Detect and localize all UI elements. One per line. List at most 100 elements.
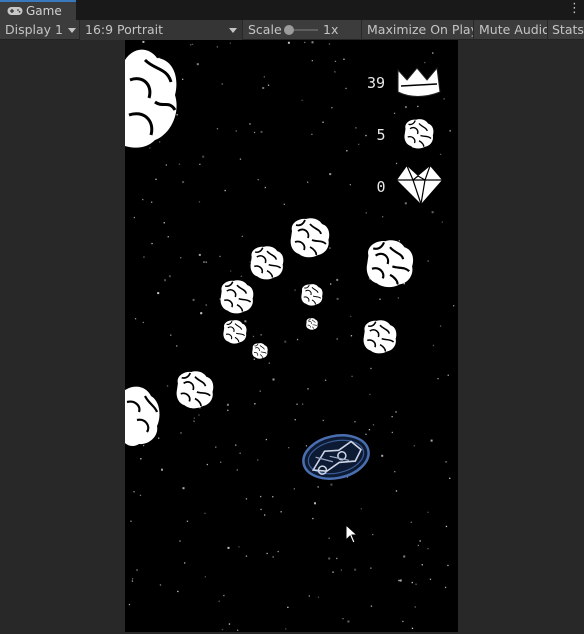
star <box>159 141 161 143</box>
star <box>360 508 362 510</box>
star <box>180 432 182 434</box>
asteroid <box>362 319 398 355</box>
star <box>395 162 398 165</box>
asteroid <box>175 370 215 410</box>
star <box>241 235 243 237</box>
star <box>358 143 360 145</box>
star <box>151 242 153 245</box>
star <box>182 487 185 490</box>
star <box>365 134 367 137</box>
star <box>186 520 189 522</box>
star <box>329 173 332 176</box>
star <box>330 483 333 486</box>
star <box>350 315 352 318</box>
star <box>178 163 181 165</box>
scale-label: Scale <box>248 22 282 37</box>
stats-toggle[interactable]: Stats <box>548 20 584 40</box>
star <box>342 618 344 620</box>
star <box>365 212 367 214</box>
chevron-down-icon <box>68 28 76 33</box>
star <box>427 511 429 513</box>
star <box>218 600 220 602</box>
star <box>204 576 206 578</box>
star <box>260 495 262 498</box>
gamepad-icon <box>7 7 23 15</box>
star <box>445 525 448 528</box>
game-viewport: 39 5 0 <box>0 40 584 634</box>
star <box>354 568 357 571</box>
tab-game[interactable]: Game <box>0 0 76 20</box>
star <box>404 106 407 109</box>
star <box>334 71 336 73</box>
scale-slider-thumb[interactable] <box>284 25 294 35</box>
star <box>302 403 304 405</box>
star <box>130 520 132 522</box>
star <box>395 411 397 413</box>
star <box>336 278 339 281</box>
star <box>198 253 201 256</box>
star <box>177 590 179 593</box>
star <box>345 87 347 90</box>
star <box>355 127 357 129</box>
star <box>379 298 381 300</box>
star <box>284 340 287 343</box>
star <box>308 595 310 597</box>
star <box>203 261 205 263</box>
asteroid-large-topleft <box>125 49 177 148</box>
star <box>193 417 195 419</box>
star <box>351 375 353 377</box>
aspect-dropdown[interactable]: 16:9 Portrait <box>80 20 243 40</box>
star <box>444 586 447 589</box>
star <box>128 603 131 606</box>
star <box>431 211 434 214</box>
star <box>368 429 371 431</box>
star <box>421 564 423 566</box>
star <box>190 44 192 46</box>
more-options-icon[interactable]: ⋮ <box>568 2 581 18</box>
star <box>332 571 334 573</box>
star <box>192 298 195 301</box>
star <box>164 279 166 282</box>
star <box>330 283 332 285</box>
star <box>398 579 400 582</box>
game-scene: 39 5 0 <box>125 40 455 631</box>
star <box>260 334 262 336</box>
star <box>193 420 195 422</box>
display-dropdown[interactable]: Display 1 <box>0 20 80 40</box>
mute-audio-toggle[interactable]: Mute Audio <box>474 20 548 40</box>
star <box>317 596 320 598</box>
star <box>157 292 160 295</box>
asteroid <box>300 283 324 307</box>
score-counter: 39 <box>367 74 385 92</box>
asteroid-counter: 5 <box>376 126 385 144</box>
star <box>179 540 181 542</box>
star <box>307 181 309 183</box>
scale-control: Scale 1x <box>243 20 362 40</box>
star <box>131 580 134 582</box>
game-canvas[interactable]: 39 5 0 <box>125 40 458 632</box>
star <box>220 461 222 463</box>
maximize-on-play-toggle[interactable]: Maximize On Play <box>362 20 474 40</box>
star <box>184 562 186 564</box>
star <box>142 321 144 324</box>
asteroid <box>289 217 331 259</box>
star <box>340 569 342 571</box>
star <box>311 133 313 135</box>
star <box>262 87 265 89</box>
star <box>372 533 374 536</box>
star <box>143 256 145 258</box>
star <box>347 620 350 623</box>
unity-game-view: Game ⋮ Display 1 16:9 Portrait Scale 1x … <box>0 0 584 634</box>
star <box>288 447 290 449</box>
star <box>328 537 330 539</box>
star <box>196 63 199 66</box>
star <box>159 584 162 586</box>
star <box>411 627 414 629</box>
star <box>257 459 259 461</box>
star <box>343 58 345 60</box>
star <box>176 345 178 347</box>
star <box>424 61 426 64</box>
star <box>398 240 400 242</box>
star <box>445 461 447 463</box>
star <box>414 606 416 608</box>
